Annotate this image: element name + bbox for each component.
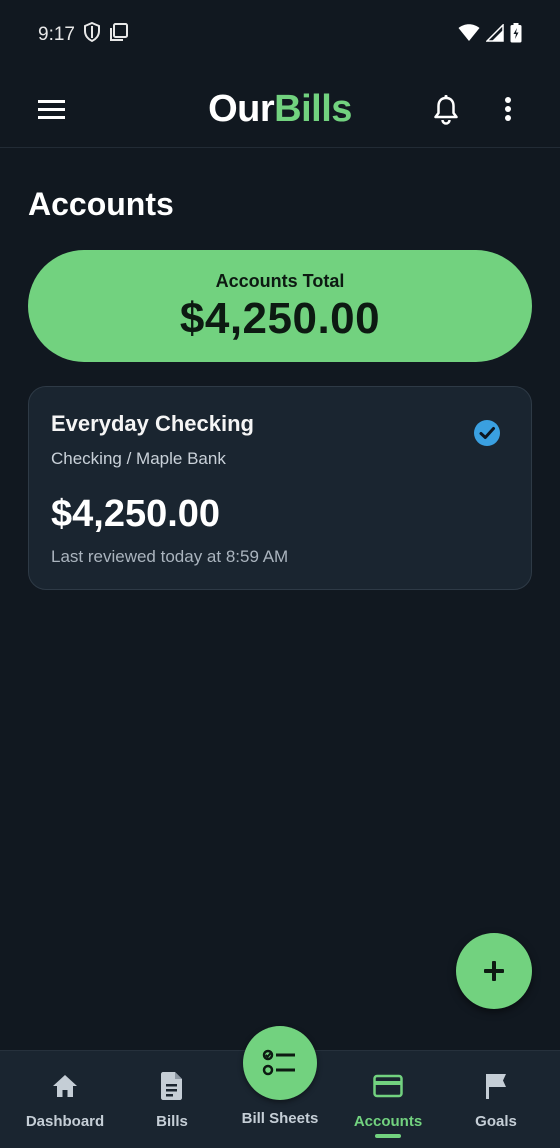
account-name: Everyday Checking [51,411,254,436]
battery-charging-icon [510,22,522,48]
page-title: Accounts [28,186,174,222]
nav-item-goals[interactable]: Goals [456,1051,536,1148]
status-bar: 9:17 [0,0,560,70]
check-circle-icon[interactable] [473,419,501,447]
screenshot-notification-icon [109,22,129,48]
status-right [458,22,522,48]
bill-sheets-button[interactable] [243,1026,317,1100]
bell-icon [434,95,458,125]
nav-label-dashboard: Dashboard [25,1113,105,1130]
accounts-total-label: Accounts Total [215,270,345,291]
signal-icon [485,22,504,47]
accounts-screen: 9:17 OurBills Accounts Accounts Total $4… [0,0,560,1148]
nav-label-goals: Goals [475,1113,517,1130]
add-account-button[interactable] [456,933,532,1009]
nav-label-bill-sheets[interactable]: Bill Sheets [230,1110,330,1127]
notifications-button[interactable] [432,94,460,126]
accounts-total-card: Accounts Total $4,250.00 [28,250,532,362]
nav-label-accounts: Accounts [353,1113,423,1130]
wifi-icon [458,23,480,47]
app-logo: OurBills [0,88,560,131]
more-options-button[interactable] [498,94,518,126]
nav-item-bills[interactable]: Bills [132,1051,212,1148]
logo-bills: Bills [274,88,352,130]
account-balance: $4,250.00 [51,493,221,535]
nav-item-accounts[interactable]: Accounts [340,1051,436,1148]
more-vertical-icon [505,97,511,121]
accounts-total-value: $4,250.00 [179,293,381,343]
logo-our: Our [208,88,275,130]
app-bar: OurBills [0,70,560,148]
document-icon [157,1071,187,1101]
status-left: 9:17 [38,21,129,48]
account-type-bank: Checking / Maple Bank [51,449,226,468]
active-tab-indicator [375,1134,401,1138]
checklist-icon [262,1049,295,1076]
shield-icon [83,21,101,48]
plus-icon [484,961,504,981]
nav-item-dashboard[interactable]: Dashboard [20,1051,110,1148]
account-last-reviewed: Last reviewed today at 8:59 AM [51,547,289,566]
account-card[interactable]: Everyday Checking Checking / Maple Bank … [28,386,532,590]
flag-icon [481,1071,511,1101]
status-time: 9:17 [38,24,75,45]
credit-card-icon [373,1071,403,1101]
nav-label-bills: Bills [156,1113,188,1130]
home-icon [50,1071,80,1101]
